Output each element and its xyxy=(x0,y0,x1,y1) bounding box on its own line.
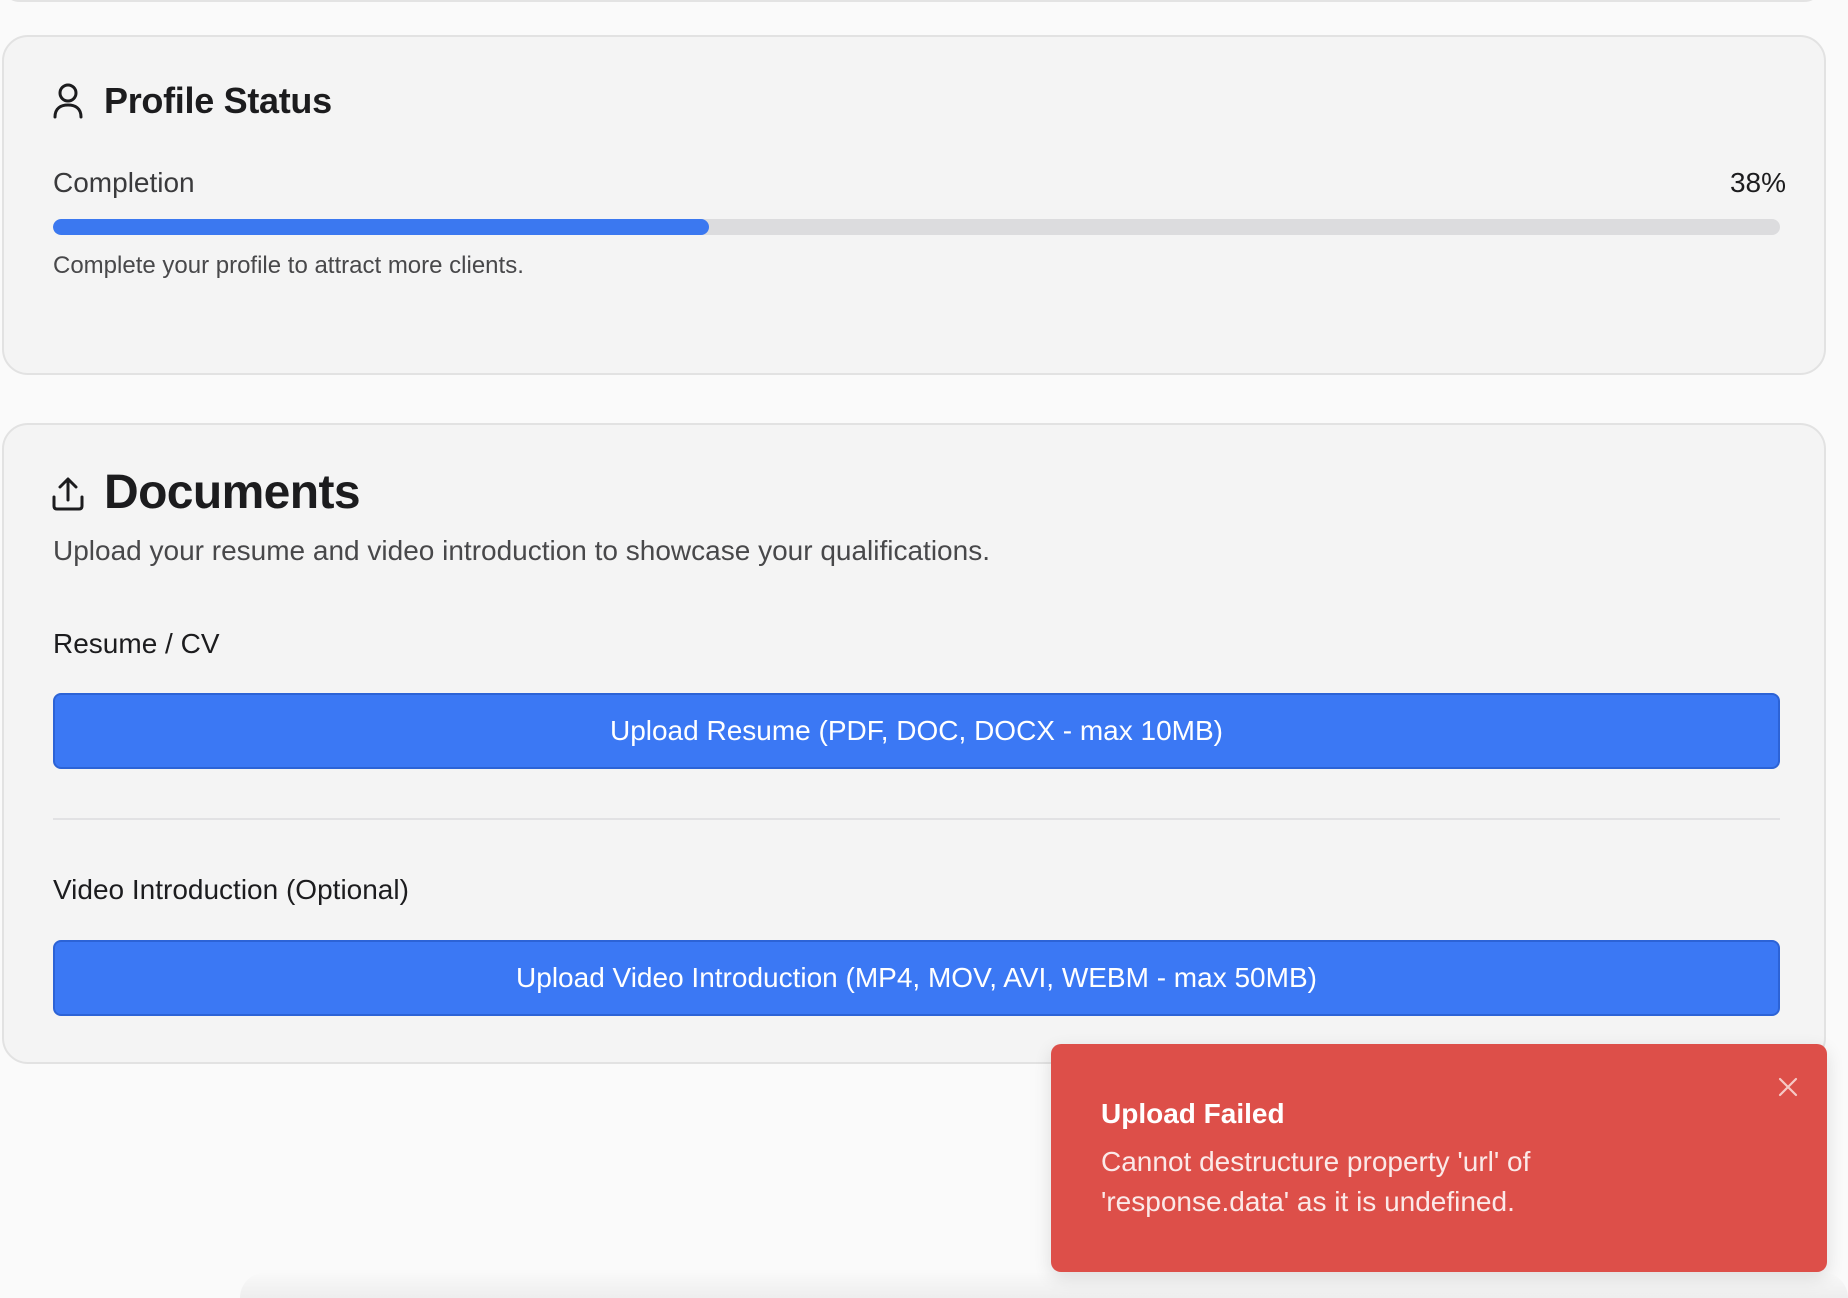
completion-label: Completion xyxy=(53,167,195,198)
user-icon xyxy=(50,81,86,121)
bottom-shadow xyxy=(240,1272,1848,1298)
video-introduction-label: Video Introduction (Optional) xyxy=(53,874,409,905)
documents-header: Documents xyxy=(50,465,361,520)
previous-card-edge xyxy=(0,0,1824,2)
completion-progress-fill xyxy=(53,219,710,235)
section-divider xyxy=(53,818,1780,820)
documents-title: Documents xyxy=(104,466,361,519)
upload-failed-toast: Upload Failed Cannot destructure propert… xyxy=(1051,1044,1827,1272)
profile-status-card: Profile Status Completion 38% Complete y… xyxy=(2,35,1826,375)
toast-message: Cannot destructure property 'url' of 're… xyxy=(1101,1146,1531,1217)
upload-video-button-label: Upload Video Introduction (MP4, MOV, AVI… xyxy=(516,962,1317,993)
profile-hint-text: Complete your profile to attract more cl… xyxy=(53,252,524,279)
completion-progress-bar xyxy=(53,219,1780,235)
profile-status-header: Profile Status xyxy=(50,80,332,122)
upload-resume-button-label: Upload Resume (PDF, DOC, DOCX - max 10MB… xyxy=(609,715,1224,746)
documents-card: Documents Upload your resume and video i… xyxy=(2,423,1826,1064)
upload-icon xyxy=(50,473,86,513)
upload-video-button[interactable]: Upload Video Introduction (MP4, MOV, AVI… xyxy=(53,940,1780,1016)
profile-status-title: Profile Status xyxy=(104,80,332,121)
completion-percentage: 38% xyxy=(1729,167,1786,198)
upload-resume-button[interactable]: Upload Resume (PDF, DOC, DOCX - max 10MB… xyxy=(53,693,1780,769)
toast-title: Upload Failed xyxy=(1101,1098,1285,1129)
documents-subtitle: Upload your resume and video introductio… xyxy=(53,535,990,566)
resume-label: Resume / CV xyxy=(53,628,220,659)
close-icon[interactable] xyxy=(1777,1076,1799,1098)
